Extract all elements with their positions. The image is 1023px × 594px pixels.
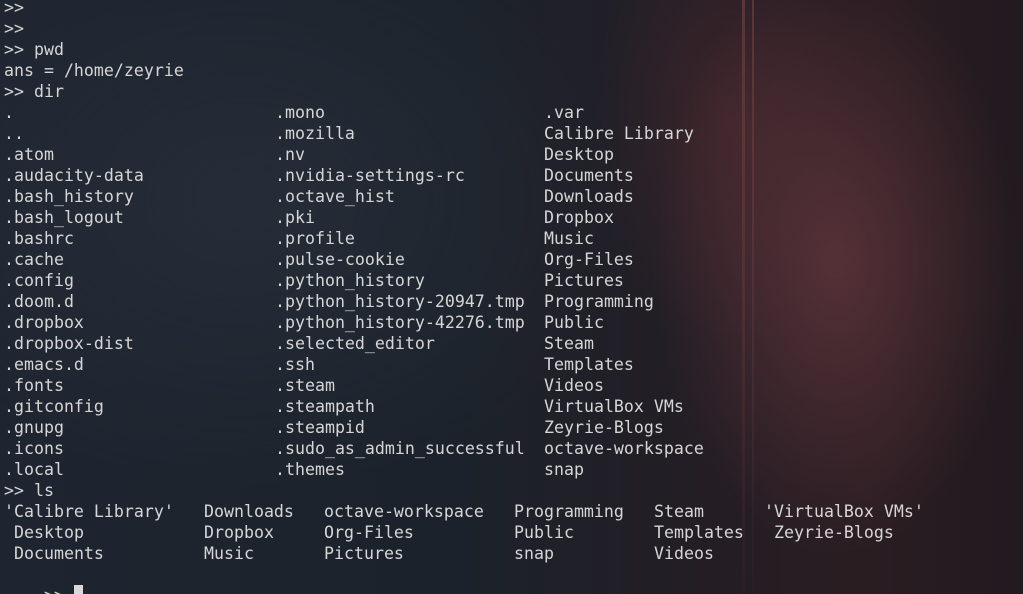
- ls-entry: Templates: [654, 523, 744, 542]
- dir-entry: Pictures: [544, 271, 624, 290]
- dir-entry: .themes: [275, 460, 345, 479]
- pwd-output: ans = /home/zeyrie: [4, 61, 184, 80]
- dir-entry: Calibre Library: [544, 124, 694, 143]
- ls-entry: Dropbox: [204, 523, 274, 542]
- ls-entry: Pictures: [324, 544, 404, 563]
- dir-entry: VirtualBox VMs: [544, 397, 684, 416]
- ls-entry: Programming: [514, 502, 624, 521]
- dir-entry: Steam: [544, 334, 594, 353]
- prompt-line: >>: [4, 0, 24, 17]
- dir-entry: .config: [4, 271, 74, 290]
- dir-entry: .bashrc: [4, 229, 74, 248]
- dir-entry: .pki: [275, 208, 315, 227]
- dir-entry: Dropbox: [544, 208, 614, 227]
- dir-entry: .mono: [275, 103, 325, 122]
- prompt-line: >>: [4, 19, 24, 38]
- dir-entry: .python_history: [275, 271, 425, 290]
- ls-entry: Org-Files: [324, 523, 414, 542]
- dir-entry: Zeyrie-Blogs: [544, 418, 664, 437]
- ls-entry: Downloads: [204, 502, 294, 521]
- dir-entry: .gitconfig: [4, 397, 104, 416]
- dir-entry: .pulse-cookie: [275, 250, 405, 269]
- dir-entry: .icons: [4, 439, 64, 458]
- ls-entry: Steam: [654, 502, 704, 521]
- dir-entry: .doom.d: [4, 292, 74, 311]
- dir-entry: .python_history-42276.tmp: [275, 313, 525, 332]
- dir-entry: .selected_editor: [275, 334, 435, 353]
- ls-command: >> ls: [4, 481, 54, 500]
- ls-entry: Public: [514, 523, 574, 542]
- dir-entry: .dropbox-dist: [4, 334, 134, 353]
- ls-entry: Music: [204, 544, 254, 563]
- input-prompt-line[interactable]: >>: [4, 564, 83, 594]
- dir-entry: .atom: [4, 145, 54, 164]
- text-cursor[interactable]: [73, 585, 83, 594]
- dir-entry: .bash_logout: [4, 208, 124, 227]
- dir-entry: .steampath: [275, 397, 375, 416]
- dir-entry: .octave_hist: [275, 187, 395, 206]
- dir-entry: octave-workspace: [544, 439, 704, 458]
- dir-entry: ..: [4, 124, 24, 143]
- dir-entry: .audacity-data: [4, 166, 144, 185]
- dir-entry: .profile: [275, 229, 355, 248]
- dir-entry: .sudo_as_admin_successful: [275, 439, 525, 458]
- dir-entry: Templates: [544, 355, 634, 374]
- dir-entry: .emacs.d: [4, 355, 84, 374]
- dir-entry: Videos: [544, 376, 604, 395]
- ls-entry: 'Calibre Library': [4, 502, 174, 521]
- dir-entry: .gnupg: [4, 418, 64, 437]
- ls-entry: 'VirtualBox VMs': [764, 502, 924, 521]
- octave-terminal[interactable]: >> >> >> pwd ans = /home/zeyrie >> dir .…: [4, 0, 1019, 594]
- dir-entry: .mozilla: [275, 124, 355, 143]
- dir-entry: .var: [544, 103, 584, 122]
- dir-entry: snap: [544, 460, 584, 479]
- ls-entry: Documents: [14, 544, 104, 563]
- pwd-command: >> pwd: [4, 40, 64, 59]
- dir-entry: Desktop: [544, 145, 614, 164]
- ls-entry: octave-workspace: [324, 502, 484, 521]
- dir-entry: .fonts: [4, 376, 64, 395]
- dir-entry: .steampid: [275, 418, 365, 437]
- ls-entry: snap: [514, 544, 554, 563]
- dir-entry: .: [4, 103, 14, 122]
- dir-entry: .ssh: [275, 355, 315, 374]
- dir-entry: .cache: [4, 250, 64, 269]
- dir-entry: Public: [544, 313, 604, 332]
- dir-entry: Programming: [544, 292, 654, 311]
- ls-entry: Zeyrie-Blogs: [774, 523, 894, 542]
- prompt-symbol: >>: [44, 586, 64, 594]
- ls-entry: Desktop: [14, 523, 84, 542]
- dir-entry: .python_history-20947.tmp: [275, 292, 525, 311]
- dir-entry: .bash_history: [4, 187, 134, 206]
- dir-entry: .dropbox: [4, 313, 84, 332]
- dir-entry: .nvidia-settings-rc: [275, 166, 465, 185]
- dir-entry: Downloads: [544, 187, 634, 206]
- ls-entry: Videos: [654, 544, 714, 563]
- dir-entry: .local: [4, 460, 64, 479]
- dir-entry: Org-Files: [544, 250, 634, 269]
- dir-entry: .nv: [275, 145, 305, 164]
- dir-entry: Music: [544, 229, 594, 248]
- dir-entry: Documents: [544, 166, 634, 185]
- dir-command: >> dir: [4, 82, 64, 101]
- dir-entry: .steam: [275, 376, 335, 395]
